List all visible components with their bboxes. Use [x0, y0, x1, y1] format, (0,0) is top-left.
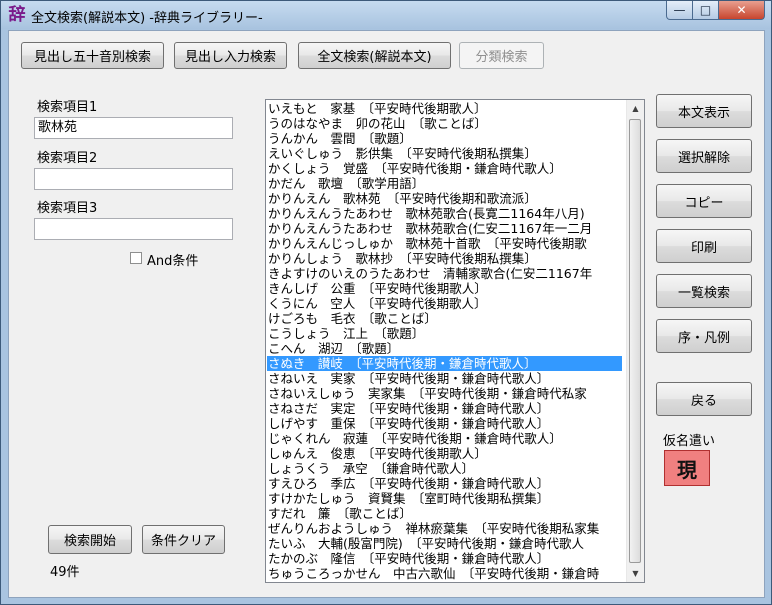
result-count: 49件	[50, 565, 80, 580]
search-field2-label: 検索項目2	[37, 151, 98, 166]
list-item[interactable]: さねさだ 実定 〔平安時代後期・鎌倉時代歌人〕	[267, 401, 622, 416]
list-item[interactable]: しょうくう 承空 〔鎌倉時代歌人〕	[267, 461, 622, 476]
list-item[interactable]: すけかたしゅう 資賢集 〔室町時代後期私撰集〕	[267, 491, 622, 506]
list-item[interactable]: えいぐしゅう 影供集 〔平安時代後期私撰集〕	[267, 146, 622, 161]
results-list: いえもと 家基 〔平安時代後期歌人〕 うのはなやま 卯の花山 〔歌ことば〕 うんかん…	[267, 101, 622, 581]
list-search-button[interactable]: 一覧検索	[656, 274, 752, 308]
deselect-button[interactable]: 選択解除	[656, 139, 752, 173]
back-button[interactable]: 戻る	[656, 382, 752, 416]
window-controls: — □ ✕	[666, 1, 765, 21]
list-item[interactable]: すだれ 簾 〔歌ことば〕	[267, 506, 622, 521]
list-item[interactable]: かだん 歌壇 〔歌学用語〕	[267, 176, 622, 191]
search-field3-label: 検索項目3	[37, 201, 98, 216]
list-item[interactable]: きよすけのいえのうたあわせ 清輔家歌合(仁安二1167年	[267, 266, 622, 281]
scroll-up-icon[interactable]: ▲	[627, 100, 644, 117]
search-field1-label: 検索項目1	[37, 100, 98, 115]
preface-button[interactable]: 序・凡例	[656, 319, 752, 353]
list-item[interactable]: こへん 湖辺 〔歌題〕	[267, 341, 622, 356]
list-item[interactable]: じゃくれん 寂蓮 〔平安時代後期・鎌倉時代歌人〕	[267, 431, 622, 446]
title-bar[interactable]: 辞 全文検索(解説本文) -辞典ライブラリー- — □ ✕	[1, 1, 771, 29]
results-scrollbar[interactable]: ▲ ▼	[626, 100, 644, 582]
maximize-button[interactable]: □	[693, 1, 719, 20]
app-icon: 辞	[8, 5, 26, 25]
search-field1-input[interactable]: 歌林苑	[34, 117, 233, 139]
list-item[interactable]: さねいえしゅう 実家集 〔平安時代後期・鎌倉時代私家	[267, 386, 622, 401]
clear-conditions-button[interactable]: 条件クリア	[142, 525, 225, 554]
list-item[interactable]: さねいえ 実家 〔平安時代後期・鎌倉時代歌人〕	[267, 371, 622, 386]
list-item[interactable]: うのはなやま 卯の花山 〔歌ことば〕	[267, 116, 622, 131]
print-button[interactable]: 印刷	[656, 229, 752, 263]
heading-input-search-button[interactable]: 見出し入力検索	[174, 42, 287, 69]
list-item[interactable]: たいふ 大輔(殷富門院) 〔平安時代後期・鎌倉時代歌人	[267, 536, 622, 551]
list-item[interactable]: たかのぶ 隆信 〔平安時代後期・鎌倉時代歌人〕	[267, 551, 622, 566]
list-item[interactable]: くうにん 空人 〔平安時代後期歌人〕	[267, 296, 622, 311]
list-item[interactable]: すえひろ 季広 〔平安時代後期・鎌倉時代歌人〕	[267, 476, 622, 491]
maximize-icon: □	[699, 3, 712, 17]
fulltext-search-button[interactable]: 全文検索(解説本文)	[298, 42, 451, 69]
list-item[interactable]: かりんえんじっしゅか 歌林苑十首歌 〔平安時代後期歌	[267, 236, 622, 251]
minimize-button[interactable]: —	[666, 1, 693, 20]
gojuon-search-button[interactable]: 見出し五十音別検索	[21, 42, 164, 69]
client-area: 見出し五十音別検索 見出し入力検索 全文検索(解説本文) 分類検索 検索項目1 …	[8, 30, 765, 598]
list-item[interactable]: けごろも 毛衣 〔歌ことば〕	[267, 311, 622, 326]
list-item[interactable]: きんしげ 公重 〔平安時代後期歌人〕	[267, 281, 622, 296]
list-item[interactable]: ぜんりんおようしゅう 禅林瘀葉集 〔平安時代後期私家集	[267, 521, 622, 536]
list-item[interactable]: しゅんえ 俊恵 〔平安時代後期歌人〕	[267, 446, 622, 461]
search-field2-input[interactable]	[34, 168, 233, 190]
minimize-icon: —	[673, 3, 686, 17]
list-item[interactable]: かりんえん 歌林苑 〔平安時代後期和歌流派〕	[267, 191, 622, 206]
category-search-button[interactable]: 分類検索	[459, 42, 544, 69]
and-condition-label: And条件	[147, 254, 199, 269]
close-icon: ✕	[736, 3, 747, 17]
list-item[interactable]: かりんえんうたあわせ 歌林苑歌合(仁安二1167年一二月	[267, 221, 622, 236]
kana-usage-label: 仮名遣い	[663, 434, 716, 449]
and-condition-checkbox[interactable]	[130, 252, 142, 264]
app-window: 辞 全文検索(解説本文) -辞典ライブラリー- — □ ✕ 見出し五十音別検索 …	[0, 0, 772, 605]
list-item[interactable]: かくしょう 覚盛 〔平安時代後期・鎌倉時代歌人〕	[267, 161, 622, 176]
list-item[interactable]: こうしょう 江上 〔歌題〕	[267, 326, 622, 341]
scroll-thumb[interactable]	[629, 119, 641, 563]
scroll-down-icon[interactable]: ▼	[627, 565, 644, 582]
window-title: 全文検索(解説本文) -辞典ライブラリー-	[31, 11, 263, 26]
list-item[interactable]: いえもと 家基 〔平安時代後期歌人〕	[267, 101, 622, 116]
list-item[interactable]: ちゅうころっかせん 中古六歌仙 〔平安時代後期・鎌倉時	[267, 566, 622, 581]
search-start-button[interactable]: 検索開始	[48, 525, 132, 554]
kana-usage-toggle[interactable]: 現	[664, 450, 710, 486]
results-listbox[interactable]: いえもと 家基 〔平安時代後期歌人〕 うのはなやま 卯の花山 〔歌ことば〕 うんかん…	[265, 99, 645, 583]
copy-button[interactable]: コピー	[656, 184, 752, 218]
list-item[interactable]: しげやす 重保 〔平安時代後期・鎌倉時代歌人〕	[267, 416, 622, 431]
list-item[interactable]: かりんしょう 歌林抄 〔平安時代後期私撰集〕	[267, 251, 622, 266]
close-button[interactable]: ✕	[719, 1, 765, 20]
list-item[interactable]: かりんえんうたあわせ 歌林苑歌合(長寛二1164年八月)	[267, 206, 622, 221]
show-text-button[interactable]: 本文表示	[656, 94, 752, 128]
search-field3-input[interactable]	[34, 218, 233, 240]
list-item[interactable]: さぬき 讃岐 〔平安時代後期・鎌倉時代歌人〕	[267, 356, 622, 371]
list-item[interactable]: うんかん 雲間 〔歌題〕	[267, 131, 622, 146]
